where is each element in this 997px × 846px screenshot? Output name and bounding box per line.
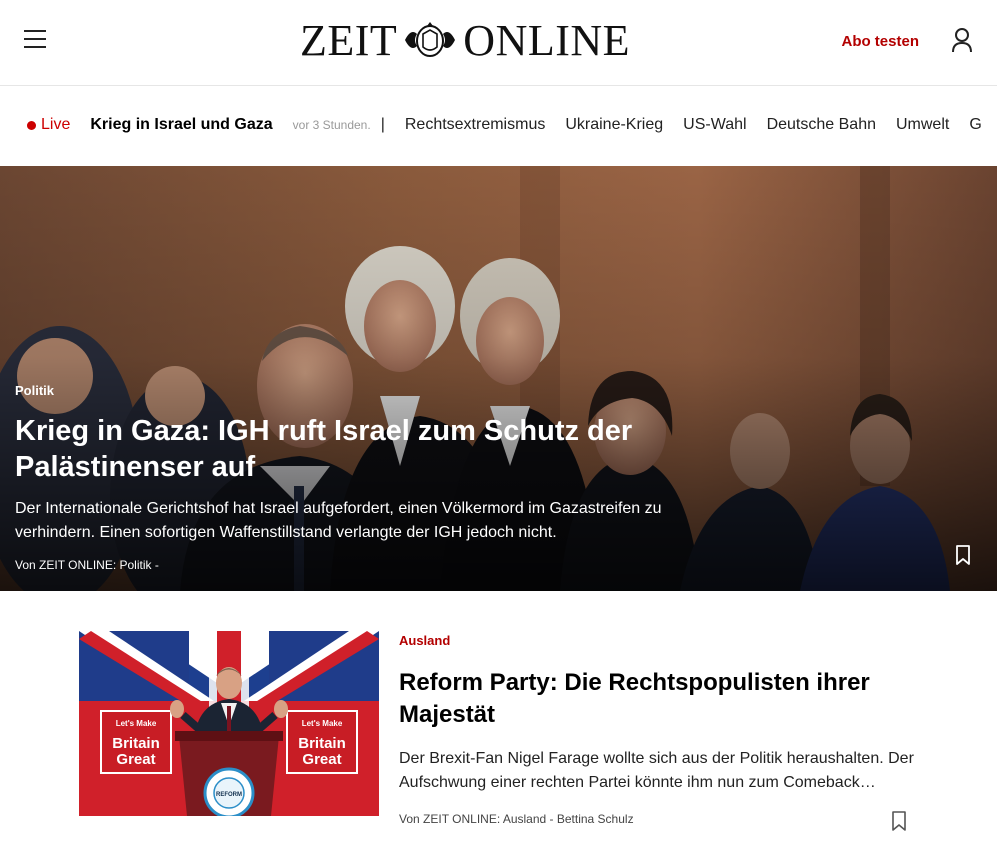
lead-topic-link[interactable]: Krieg in Israel und Gaza [90, 116, 272, 134]
topic-time: vor 3 Stunden. [292, 118, 371, 132]
article-image[interactable]: Let's Make Britain Great Let's Make Brit… [79, 631, 379, 816]
sign-left-line2: Britain [112, 735, 160, 752]
user-icon[interactable] [951, 27, 973, 53]
abo-testen-link[interactable]: Abo testen [841, 33, 919, 50]
topic-ukraine-krieg[interactable]: Ukraine-Krieg [565, 116, 663, 134]
topic-umwelt[interactable]: Umwelt [896, 116, 949, 134]
bookmark-icon[interactable] [955, 545, 971, 565]
topic-separator: | [380, 116, 385, 133]
article-kicker[interactable]: Ausland [399, 633, 450, 648]
logo-text-zeit: ZEIT [300, 15, 398, 65]
site-logo[interactable]: ZEIT ONLINE [300, 16, 630, 65]
hero-teaser-text: Der Internationale Gerichtshof hat Israe… [15, 500, 662, 541]
live-label: Live [41, 116, 71, 133]
live-dot-icon [27, 120, 36, 130]
site-header: ZEIT ONLINE Abo testen [0, 0, 997, 86]
podium-label: REFORM [216, 792, 242, 798]
bookmark-icon[interactable] [891, 811, 907, 831]
topic-navigation: Live Krieg in Israel und Gaza vor 3 Stun… [0, 86, 997, 166]
topic-rechtsextremismus[interactable]: Rechtsextremismus [405, 116, 545, 134]
article-teaser-text: Der Brexit-Fan Nigel Farage wollte sich … [399, 750, 914, 791]
hero-headline[interactable]: Krieg in Gaza: IGH ruft Israel zum Schut… [15, 413, 715, 485]
logo-text-online: ONLINE [463, 15, 631, 65]
hero-kicker[interactable]: Politik [15, 383, 54, 398]
hero-teaser[interactable]: Politik Krieg in Gaza: IGH ruft Israel z… [0, 166, 997, 591]
zeit-seal-icon [405, 22, 456, 57]
topic-deutsche-bahn[interactable]: Deutsche Bahn [767, 116, 876, 134]
article-byline: Von ZEIT ONLINE: Ausland - Bettina Schul… [399, 812, 634, 826]
sign-right-line1: Let's Make [302, 719, 343, 728]
menu-icon[interactable] [24, 30, 48, 52]
sign-right-line3: Great [302, 751, 341, 768]
live-link[interactable]: Live [27, 116, 70, 134]
sign-left-line3: Great [116, 751, 155, 768]
hero-byline: Von ZEIT ONLINE: Politik - [15, 558, 159, 572]
topic-next[interactable]: G [969, 116, 981, 134]
topic-us-wahl[interactable]: US-Wahl [683, 116, 746, 134]
article-headline[interactable]: Reform Party: Die Rechtspopulisten ihrer… [399, 667, 939, 731]
sign-left-line1: Let's Make [116, 719, 157, 728]
sign-right-line2: Britain [298, 735, 346, 752]
